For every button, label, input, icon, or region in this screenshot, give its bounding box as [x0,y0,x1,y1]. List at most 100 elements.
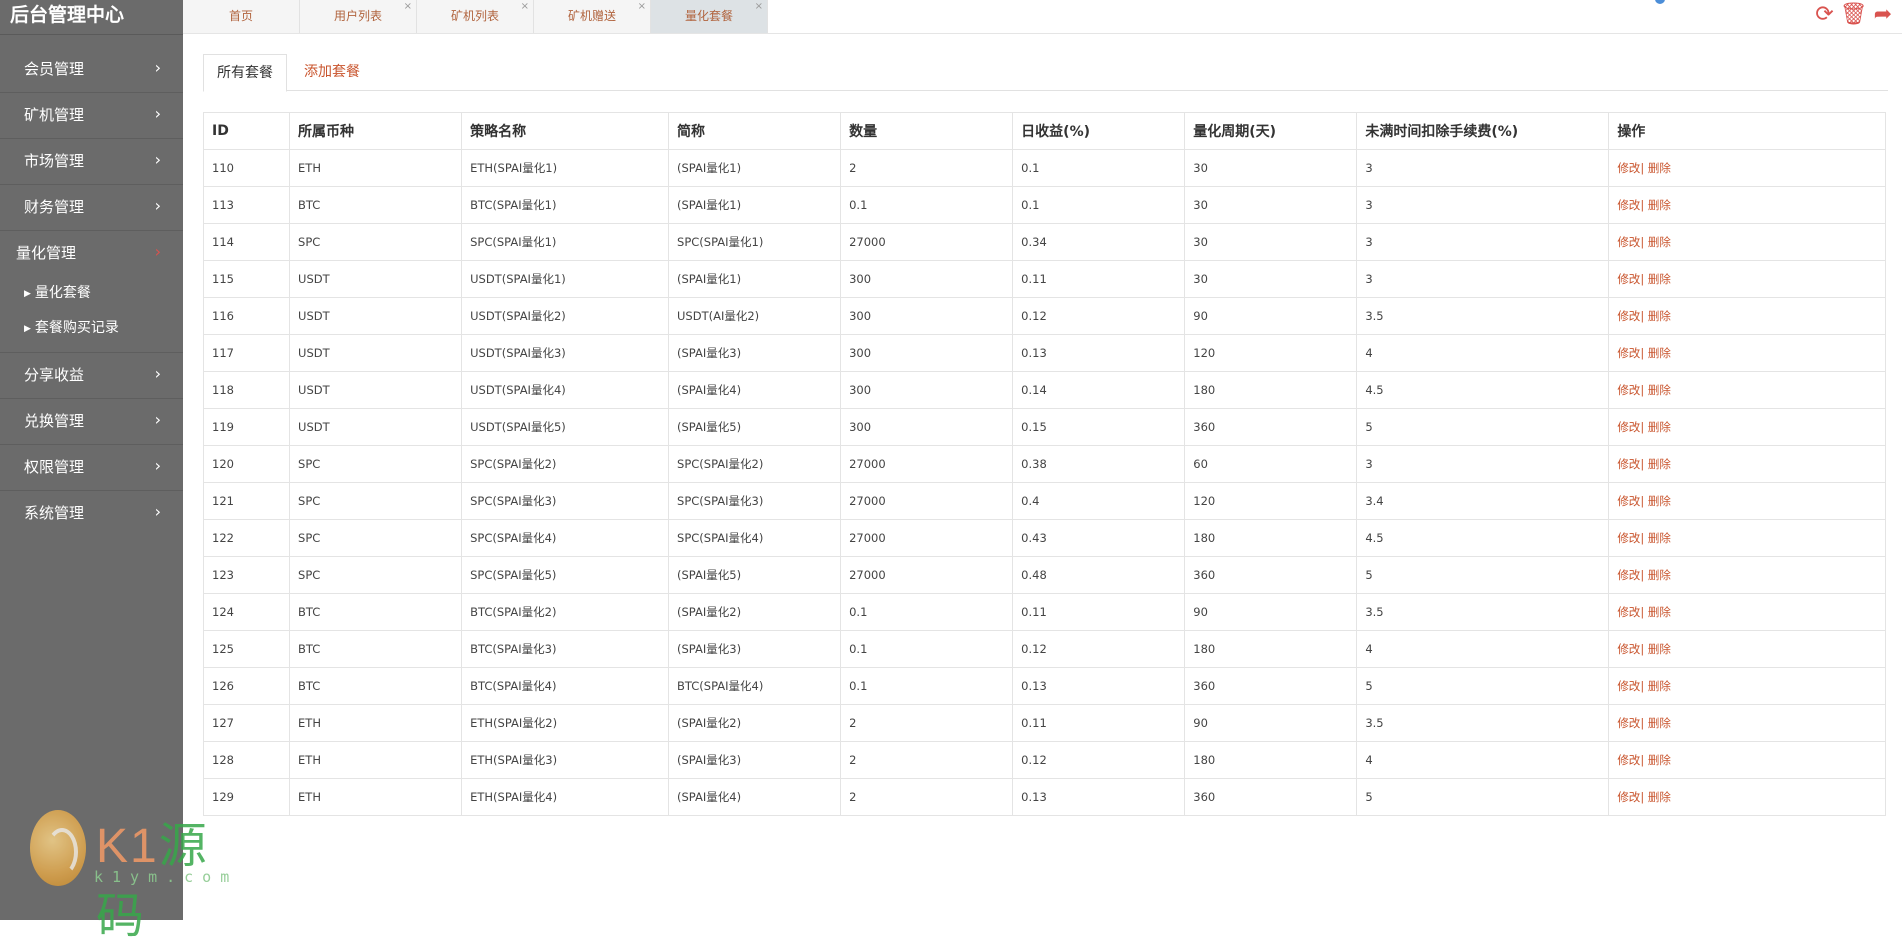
delete-link[interactable]: 删除 [1648,309,1671,323]
tab-home[interactable]: 首页 [183,0,300,33]
close-icon[interactable]: × [404,0,412,23]
edit-link[interactable]: 修改 [1617,716,1640,730]
edit-link[interactable]: 修改 [1617,790,1640,804]
edit-link[interactable]: 修改 [1617,420,1640,434]
close-icon[interactable]: × [638,0,646,23]
edit-link[interactable]: 修改 [1617,494,1640,508]
delete-link[interactable]: 删除 [1648,568,1671,582]
table-row: 129 ETH ETH(SPAI量化4) (SPAI量化4) 2 0.13 360 5 修改| … [202,778,1886,816]
action-separator: | [1640,457,1648,471]
sidebar-item-finance[interactable]: 财务管理 › [0,185,183,231]
sidebar-item-quant[interactable]: 量化管理 › [0,231,183,276]
cell-id: 129 [202,778,291,816]
sidebar-item-label: 系统管理 [24,504,85,522]
tab-miner-list[interactable]: 矿机列表 × [417,0,534,33]
cell-strategy: USDT(SPAI量化4) [461,371,670,409]
edit-link[interactable]: 修改 [1617,605,1640,619]
sidebar-item-share[interactable]: 分享收益 › [0,353,183,399]
close-icon[interactable]: × [755,0,763,23]
delete-link[interactable]: 删除 [1648,161,1671,175]
delete-link[interactable]: 删除 [1648,420,1671,434]
cell-currency: ETH [289,741,463,779]
delete-link[interactable]: 删除 [1648,198,1671,212]
logout-icon[interactable]: ➦ [1874,2,1892,27]
edit-link[interactable]: 修改 [1617,346,1640,360]
edit-link[interactable]: 修改 [1617,235,1640,249]
edit-link[interactable]: 修改 [1617,679,1640,693]
cell-currency: ETH [289,149,463,187]
delete-link[interactable]: 删除 [1648,346,1671,360]
sidebar-item-system[interactable]: 系统管理 › [0,491,183,536]
cell-daily-yield: 0.11 [1012,593,1186,631]
delete-link[interactable]: 删除 [1648,383,1671,397]
cell-id: 117 [202,334,291,372]
package-table: ID 所属币种 策略名称 简称 数量 日收益(%) 量化周期(天) 未满时间扣除… [202,112,1886,816]
edit-link[interactable]: 修改 [1617,309,1640,323]
watermark-logo: K1源码 k1ym.com [26,806,236,943]
tab-miner-gift[interactable]: 矿机赠送 × [534,0,651,33]
cell-daily-yield: 0.1 [1012,149,1186,187]
tab-add-package[interactable]: 添加套餐 [291,54,373,90]
cell-id: 123 [202,556,291,594]
table-row: 116 USDT USDT(SPAI量化2) USDT(AI量化2) 300 0.12 90… [202,297,1886,335]
delete-link[interactable]: 删除 [1648,716,1671,730]
tab-all-packages[interactable]: 所有套餐 [203,54,287,92]
edit-link[interactable]: 修改 [1617,272,1640,286]
action-separator: | [1640,790,1648,804]
sidebar-subitem-quant-package[interactable]: ▶ 量化套餐 [0,276,183,311]
table-row: 124 BTC BTC(SPAI量化2) (SPAI量化2) 0.1 0.11 90 3.5 修… [202,593,1886,631]
delete-link[interactable]: 删除 [1648,679,1671,693]
edit-link[interactable]: 修改 [1617,457,1640,471]
delete-link[interactable]: 删除 [1648,457,1671,471]
delete-link[interactable]: 删除 [1648,494,1671,508]
delete-link[interactable]: 删除 [1648,605,1671,619]
edit-link[interactable]: 修改 [1617,198,1640,212]
delete-link[interactable]: 删除 [1648,790,1671,804]
cell-fee: 3 [1356,445,1610,483]
action-separator: | [1640,753,1648,767]
main-content: 所有套餐 添加套餐 ID 所属币种 策略名称 简称 数量 日收益(%) 量化周期… [202,54,1888,816]
delete-link[interactable]: 删除 [1648,272,1671,286]
tab-quant-package[interactable]: 量化套餐 × [651,0,768,33]
cell-strategy: USDT(SPAI量化5) [461,408,670,446]
trash-icon[interactable]: 🗑 [1840,2,1868,27]
cell-cycle: 120 [1184,482,1358,520]
cell-actions: 修改| 删除 [1608,482,1886,520]
sidebar-item-member[interactable]: 会员管理 › [0,47,183,93]
chevron-right-icon: › [154,410,161,429]
sidebar-item-permission[interactable]: 权限管理 › [0,445,183,491]
delete-link[interactable]: 删除 [1648,235,1671,249]
cell-currency: ETH [289,704,463,742]
edit-link[interactable]: 修改 [1617,568,1640,582]
cell-quantity: 300 [840,371,1014,409]
table-row: 128 ETH ETH(SPAI量化3) (SPAI量化3) 2 0.12 180 4 修改| … [202,741,1886,779]
sidebar-item-exchange[interactable]: 兑换管理 › [0,399,183,445]
refresh-icon[interactable]: ⟳ [1815,2,1833,27]
edit-link[interactable]: 修改 [1617,161,1640,175]
app-title: 后台管理中心 [0,0,183,35]
tab-user-list[interactable]: 用户列表 × [300,0,417,33]
cell-strategy: SPC(SPAI量化1) [461,223,670,261]
sidebar-subitem-purchase-records[interactable]: ▶ 套餐购买记录 [0,311,183,346]
cell-daily-yield: 0.34 [1012,223,1186,261]
delete-link[interactable]: 删除 [1648,753,1671,767]
cell-cycle: 180 [1184,630,1358,668]
sidebar-item-market[interactable]: 市场管理 › [0,139,183,185]
delete-link[interactable]: 删除 [1648,642,1671,656]
delete-link[interactable]: 删除 [1648,531,1671,545]
edit-link[interactable]: 修改 [1617,642,1640,656]
close-icon[interactable]: × [521,0,529,23]
action-separator: | [1640,679,1648,693]
edit-link[interactable]: 修改 [1617,383,1640,397]
edit-link[interactable]: 修改 [1617,753,1640,767]
cell-quantity: 27000 [840,519,1014,557]
sidebar-item-miner[interactable]: 矿机管理 › [0,93,183,139]
cell-short: (SPAI量化1) [668,186,842,224]
cell-currency: BTC [289,593,463,631]
action-separator: | [1640,605,1648,619]
cell-fee: 4 [1356,741,1610,779]
cell-actions: 修改| 删除 [1608,519,1886,557]
edit-link[interactable]: 修改 [1617,531,1640,545]
action-separator: | [1640,198,1648,212]
table-row: 118 USDT USDT(SPAI量化4) (SPAI量化4) 300 0.14 180 4… [202,371,1886,409]
